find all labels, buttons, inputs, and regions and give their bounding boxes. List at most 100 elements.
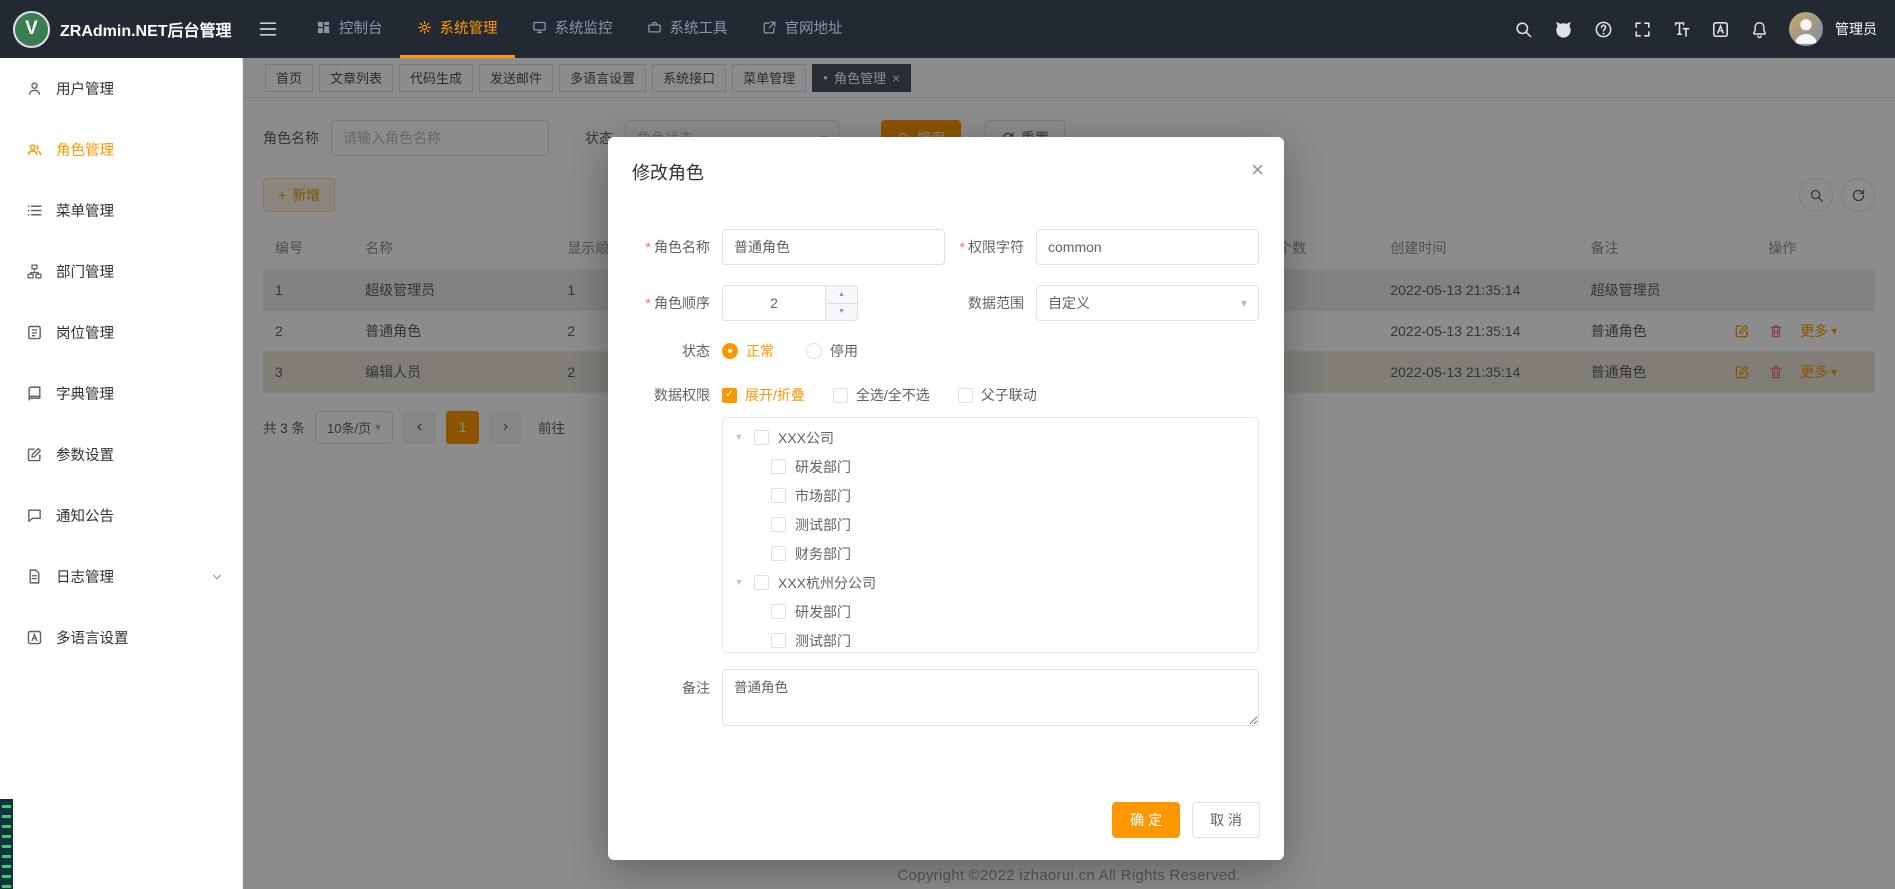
chevron-down-icon: ▾ <box>1241 297 1247 309</box>
monitor-icon <box>532 20 547 35</box>
perm-string-label: *权限字符 <box>945 237 1036 257</box>
tree-node-company[interactable]: ▼ XXX杭州分公司 <box>723 568 1258 597</box>
sidebar-item-department-management[interactable]: 部门管理 <box>0 241 242 302</box>
perm-string-input[interactable] <box>1036 229 1259 265</box>
sidebar: 用户管理 角色管理 菜单管理 部门管理 岗位管理 字典管理 参数设置 通知公告 … <box>0 58 243 889</box>
edit-role-dialog: 修改角色 × *角色名称 *权限字符 *角色顺序 2 ▲ ▼ 数据范围 自定义 … <box>608 137 1284 860</box>
book-icon <box>26 385 43 402</box>
role-order-stepper[interactable]: 2 ▲ ▼ <box>722 285 858 321</box>
caret-down-icon[interactable]: ▼ <box>733 433 745 442</box>
document-icon <box>26 568 43 585</box>
search-icon[interactable] <box>1514 20 1533 39</box>
dialog-footer: 确 定 取 消 <box>1112 802 1260 838</box>
data-scope-select[interactable]: 自定义 ▾ <box>1036 285 1259 321</box>
font-size-icon[interactable] <box>1672 20 1691 39</box>
caret-down-icon[interactable]: ▼ <box>733 578 745 587</box>
sidebar-item-i18n-settings[interactable]: 多语言设置 <box>0 607 242 668</box>
role-name-input[interactable] <box>722 229 945 265</box>
parent-child-link-checkbox[interactable]: 父子联动 <box>958 385 1037 405</box>
edit-square-icon <box>26 446 43 463</box>
nav-item-system-management[interactable]: 系统管理 <box>400 0 515 58</box>
gear-icon <box>417 20 432 35</box>
sidebar-item-log-management[interactable]: 日志管理 <box>0 546 242 607</box>
data-perm-label: 数据权限 <box>608 385 722 405</box>
chat-bubble-icon <box>26 507 43 524</box>
help-icon[interactable] <box>1594 20 1613 39</box>
tree-checkbox[interactable] <box>754 575 769 590</box>
remark-textarea[interactable]: 普通角色 <box>722 669 1259 726</box>
header-actions: 管理员 <box>1514 0 1895 58</box>
tree-checkbox[interactable] <box>771 459 786 474</box>
step-down-icon[interactable]: ▼ <box>826 304 857 321</box>
tree-node-company[interactable]: ▼ XXX公司 <box>723 423 1258 452</box>
checkbox-icon: ✓ <box>722 388 737 403</box>
checkbox-icon <box>958 388 973 403</box>
tree-checkbox[interactable] <box>771 633 786 648</box>
username: 管理员 <box>1835 19 1877 39</box>
user-avatar[interactable] <box>1789 12 1823 46</box>
nav-item-official-site[interactable]: 官网地址 <box>745 0 860 58</box>
sidebar-item-parameter-settings[interactable]: 参数设置 <box>0 424 242 485</box>
tree-checkbox[interactable] <box>771 488 786 503</box>
user-icon <box>26 80 43 97</box>
sidebar-item-post-management[interactable]: 岗位管理 <box>0 302 242 363</box>
confirm-button[interactable]: 确 定 <box>1112 802 1180 838</box>
tree-node-dept[interactable]: 测试部门 <box>723 510 1258 539</box>
tree-checkbox[interactable] <box>771 517 786 532</box>
list-icon <box>26 202 43 219</box>
status-normal-radio[interactable]: 正常 <box>722 341 774 361</box>
chevron-down-icon <box>210 570 224 584</box>
tree-node-dept[interactable]: 财务部门 <box>723 539 1258 568</box>
dialog-header: 修改角色 × <box>608 137 1284 185</box>
sidebar-item-notice-announcement[interactable]: 通知公告 <box>0 485 242 546</box>
permission-tree: ▼ XXX公司 研发部门 市场部门 测试部门 <box>722 417 1259 653</box>
toolbox-icon <box>647 20 662 35</box>
radio-icon <box>722 343 738 359</box>
cancel-button[interactable]: 取 消 <box>1192 802 1260 838</box>
status-label: 状态 <box>608 341 722 361</box>
app-header: V ZRAdmin.NET后台管理 控制台 系统管理 系统监控 系统工具 官网地… <box>0 0 1895 58</box>
users-icon <box>26 141 43 158</box>
sidebar-item-role-management[interactable]: 角色管理 <box>0 119 242 180</box>
language-icon <box>26 629 43 646</box>
nav-item-console[interactable]: 控制台 <box>299 0 400 58</box>
remark-label: 备注 <box>608 669 722 698</box>
status-disabled-radio[interactable]: 停用 <box>806 341 858 361</box>
top-nav: 控制台 系统管理 系统监控 系统工具 官网地址 <box>299 0 860 58</box>
tree-node-dept[interactable]: 市场部门 <box>723 481 1258 510</box>
bell-icon[interactable] <box>1750 20 1769 39</box>
logo-icon: V <box>13 11 50 48</box>
org-tree-icon <box>26 263 43 280</box>
checkbox-icon <box>833 388 848 403</box>
github-icon[interactable] <box>1553 19 1574 40</box>
expand-collapse-checkbox[interactable]: ✓ 展开/折叠 <box>722 385 805 405</box>
nav-item-system-tools[interactable]: 系统工具 <box>630 0 745 58</box>
dashboard-icon <box>316 20 331 35</box>
close-icon[interactable]: × <box>1251 159 1264 181</box>
nav-item-system-monitor[interactable]: 系统监控 <box>515 0 630 58</box>
tree-node-dept[interactable]: 测试部门 <box>723 626 1258 653</box>
tree-node-dept[interactable]: 研发部门 <box>723 597 1258 626</box>
sidebar-item-dictionary-management[interactable]: 字典管理 <box>0 363 242 424</box>
dialog-title: 修改角色 <box>632 163 704 183</box>
avatar-person-icon <box>1789 12 1823 46</box>
data-scope-label: 数据范围 <box>945 293 1036 313</box>
sidebar-item-user-management[interactable]: 用户管理 <box>0 58 242 119</box>
bottom-left-widget[interactable] <box>0 799 13 889</box>
tree-checkbox[interactable] <box>771 604 786 619</box>
app-title: ZRAdmin.NET后台管理 <box>60 17 232 41</box>
tree-checkbox[interactable] <box>771 546 786 561</box>
hamburger-menu-icon[interactable] <box>243 0 293 58</box>
radio-icon <box>806 343 822 359</box>
tree-checkbox[interactable] <box>754 430 769 445</box>
badge-icon <box>26 324 43 341</box>
fullscreen-icon[interactable] <box>1633 20 1652 39</box>
language-icon[interactable] <box>1711 20 1730 39</box>
dialog-body: *角色名称 *权限字符 *角色顺序 2 ▲ ▼ 数据范围 自定义 ▾ 状态 <box>608 185 1284 726</box>
role-name-label: *角色名称 <box>608 237 722 257</box>
app-logo[interactable]: V ZRAdmin.NET后台管理 <box>0 0 243 58</box>
step-up-icon[interactable]: ▲ <box>826 286 857 304</box>
sidebar-item-menu-management[interactable]: 菜单管理 <box>0 180 242 241</box>
tree-node-dept[interactable]: 研发部门 <box>723 452 1258 481</box>
select-all-checkbox[interactable]: 全选/全不选 <box>833 385 930 405</box>
